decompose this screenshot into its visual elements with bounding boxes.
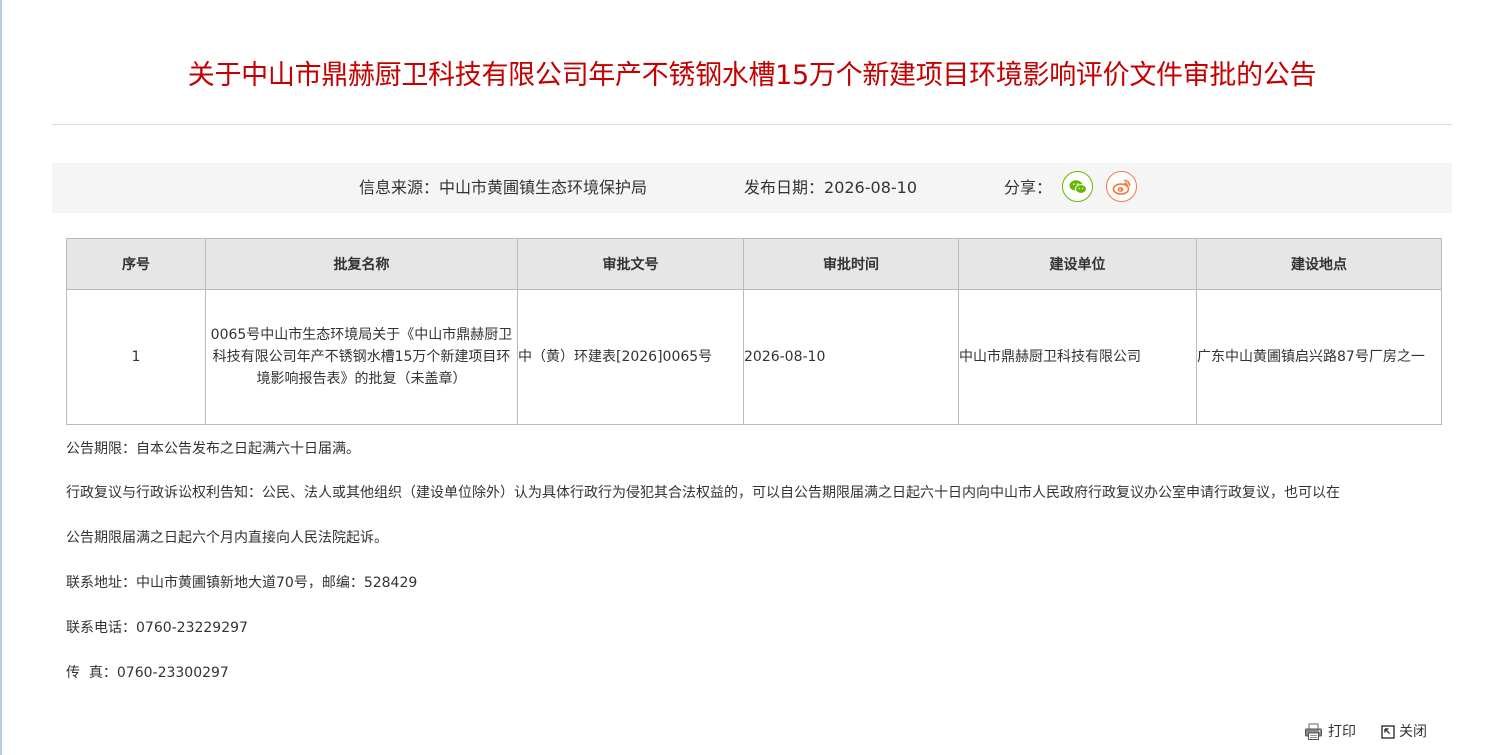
info-source-value: 中山市黄圃镇生态环境保护局 <box>439 178 648 197</box>
info-source-label: 信息来源： <box>359 178 440 197</box>
share-wechat-button[interactable] <box>1062 171 1093 202</box>
header-time: 审批时间 <box>743 238 959 290</box>
weibo-icon <box>1112 179 1131 195</box>
header-doc-no: 审批文号 <box>517 238 744 290</box>
printer-icon <box>1305 723 1322 740</box>
header-unit: 建设单位 <box>958 238 1197 290</box>
close-window-icon <box>1381 725 1395 739</box>
notice-rights-line2: 公告期限届满之日起六个月内直接向人民法院起诉。 <box>66 530 388 546</box>
notice-phone: 联系电话：0760-23229297 <box>66 620 248 636</box>
cell-name: 0065号中山市生态环境局关于《中山市鼎赫厨卫科技有限公司年产不锈钢水槽15万个… <box>205 289 518 425</box>
info-date-label: 发布日期： <box>744 178 825 197</box>
header-index: 序号 <box>66 238 206 290</box>
info-date-value: 2026-08-10 <box>824 178 917 197</box>
cell-time: 2026-08-10 <box>743 289 959 425</box>
cell-doc-no: 中（黄）环建表[2026]0065号 <box>517 289 744 425</box>
notice-address: 联系地址：中山市黄圃镇新地大道70号，邮编：528429 <box>66 575 418 591</box>
table-row: 1 0065号中山市生态环境局关于《中山市鼎赫厨卫科技有限公司年产不锈钢水槽15… <box>66 289 1442 425</box>
cell-unit: 中山市鼎赫厨卫科技有限公司 <box>958 289 1197 425</box>
info-source: 信息来源：中山市黄圃镇生态环境保护局 <box>359 163 647 213</box>
title-divider <box>52 124 1452 125</box>
close-label: 关闭 <box>1399 724 1427 740</box>
notice-rights-line1: 行政复议与行政诉讼权利告知：公民、法人或其他组织（建设单位除外）认为具体行政行为… <box>66 485 1340 501</box>
wechat-icon <box>1069 180 1087 194</box>
header-name: 批复名称 <box>205 238 518 290</box>
notice-fax: 传 真：0760-23300297 <box>66 665 229 681</box>
close-button[interactable]: 关闭 <box>1381 721 1427 743</box>
header-location: 建设地点 <box>1196 238 1442 290</box>
info-bar: 信息来源：中山市黄圃镇生态环境保护局 发布日期：2026-08-10 分享： <box>52 163 1452 213</box>
print-button[interactable]: 打印 <box>1304 721 1356 743</box>
page-title: 关于中山市鼎赫厨卫科技有限公司年产不锈钢水槽15万个新建项目环境影响评价文件审批… <box>187 60 1317 91</box>
approval-table: 序号 批复名称 审批文号 审批时间 建设单位 建设地点 1 0065号中山市生态… <box>66 238 1442 425</box>
cell-index: 1 <box>66 289 206 425</box>
page: 关于中山市鼎赫厨卫科技有限公司年产不锈钢水槽15万个新建项目环境影响评价文件审批… <box>0 0 1486 755</box>
table-header-row: 序号 批复名称 审批文号 审批时间 建设单位 建设地点 <box>66 238 1442 290</box>
cell-location: 广东中山黄圃镇启兴路87号厂房之一 <box>1196 289 1442 425</box>
print-label: 打印 <box>1328 724 1356 740</box>
notice-period: 公告期限：自本公告发布之日起满六十日届满。 <box>66 441 360 457</box>
share-weibo-button[interactable] <box>1106 171 1137 202</box>
share-label: 分享： <box>1004 178 1053 197</box>
info-date: 发布日期：2026-08-10 <box>744 163 917 213</box>
